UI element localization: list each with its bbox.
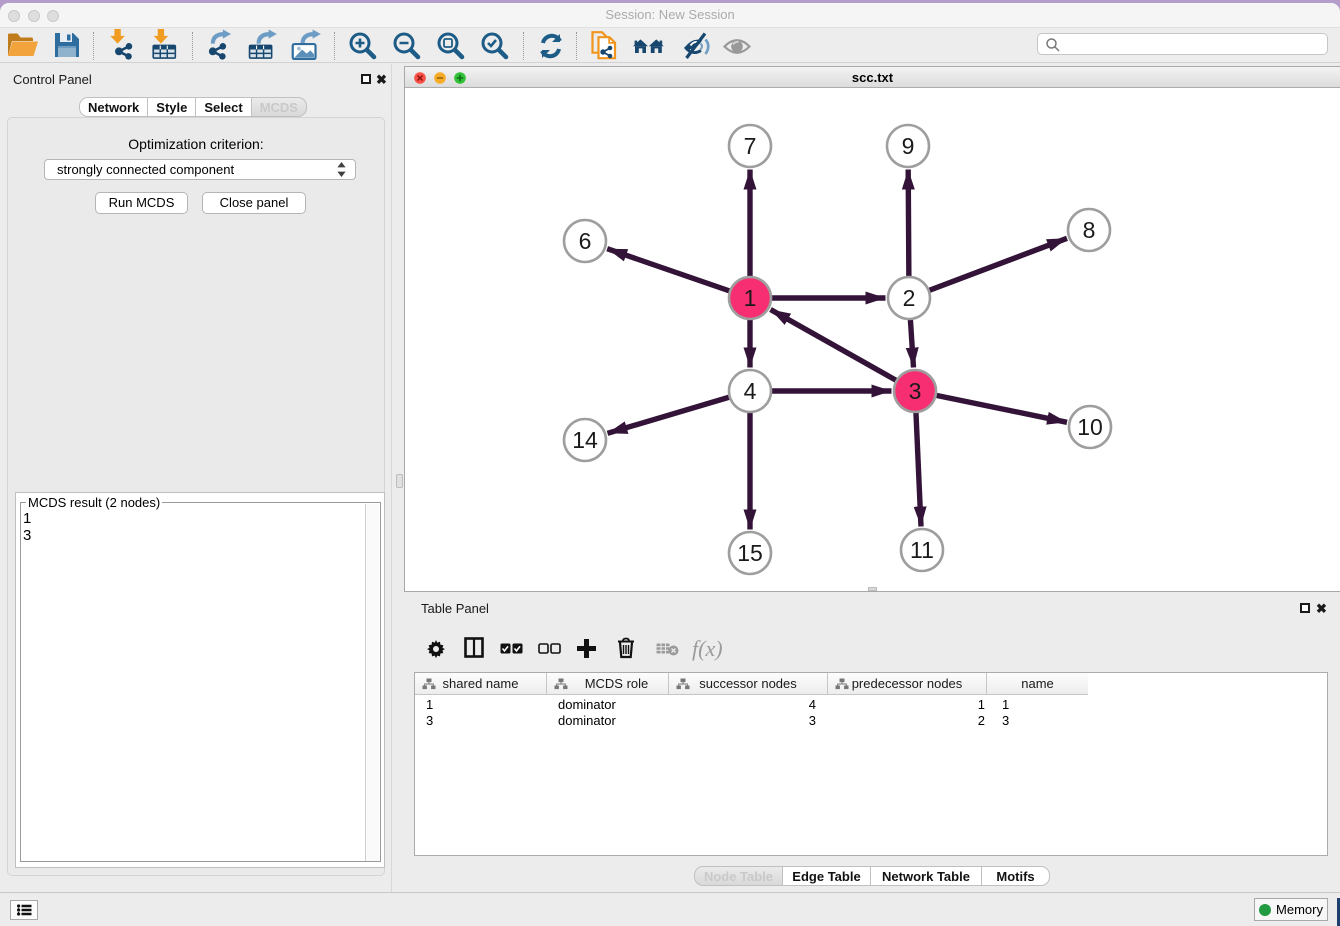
svg-text:2: 2 [903, 285, 916, 311]
svg-text:14: 14 [572, 427, 598, 453]
svg-text:11: 11 [910, 537, 934, 563]
svg-text:8: 8 [1083, 217, 1096, 243]
svg-text:3: 3 [909, 378, 922, 404]
svg-text:10: 10 [1077, 414, 1103, 440]
svg-text:7: 7 [744, 133, 757, 159]
svg-text:9: 9 [902, 133, 915, 159]
svg-text:6: 6 [579, 228, 592, 254]
svg-text:4: 4 [744, 378, 757, 404]
svg-text:15: 15 [737, 540, 763, 566]
svg-text:1: 1 [744, 285, 757, 311]
